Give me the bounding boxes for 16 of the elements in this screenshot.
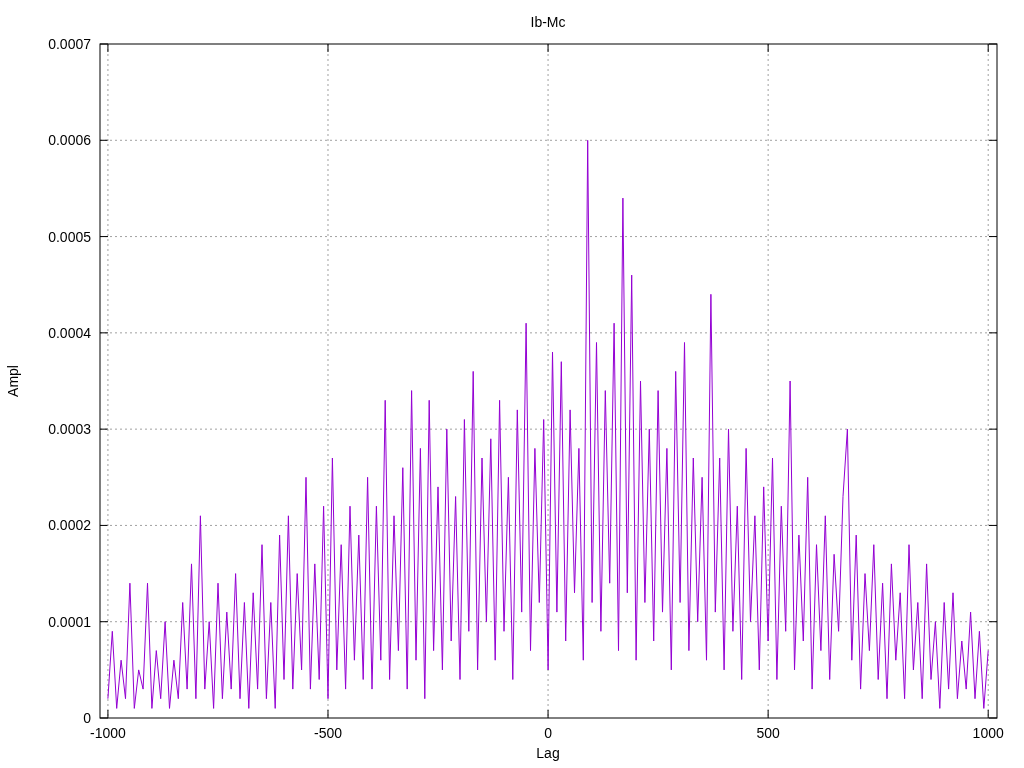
chart-title: Ib-Mc [530, 14, 566, 30]
x-tick-label: -500 [314, 725, 342, 741]
x-tick-label: 1000 [972, 725, 1004, 741]
y-tick-label: 0 [83, 710, 91, 726]
y-tick-label: 0.0003 [48, 421, 91, 438]
y-axis-label: Ampl [5, 365, 21, 397]
x-tick-label: -1000 [90, 725, 126, 741]
y-tick-label: 0.0004 [48, 324, 91, 341]
x-axis-label: Lag [536, 745, 560, 761]
y-tick-label: 0.0002 [48, 517, 91, 534]
x-tick-label: 500 [756, 725, 780, 741]
x-tick-label: 0 [544, 725, 552, 741]
y-tick-label: 0.0006 [48, 132, 91, 149]
y-tick-label: 0.0001 [48, 613, 91, 630]
y-tick-label: 0.0005 [48, 228, 91, 245]
y-tick-label: 0.0007 [48, 36, 91, 52]
